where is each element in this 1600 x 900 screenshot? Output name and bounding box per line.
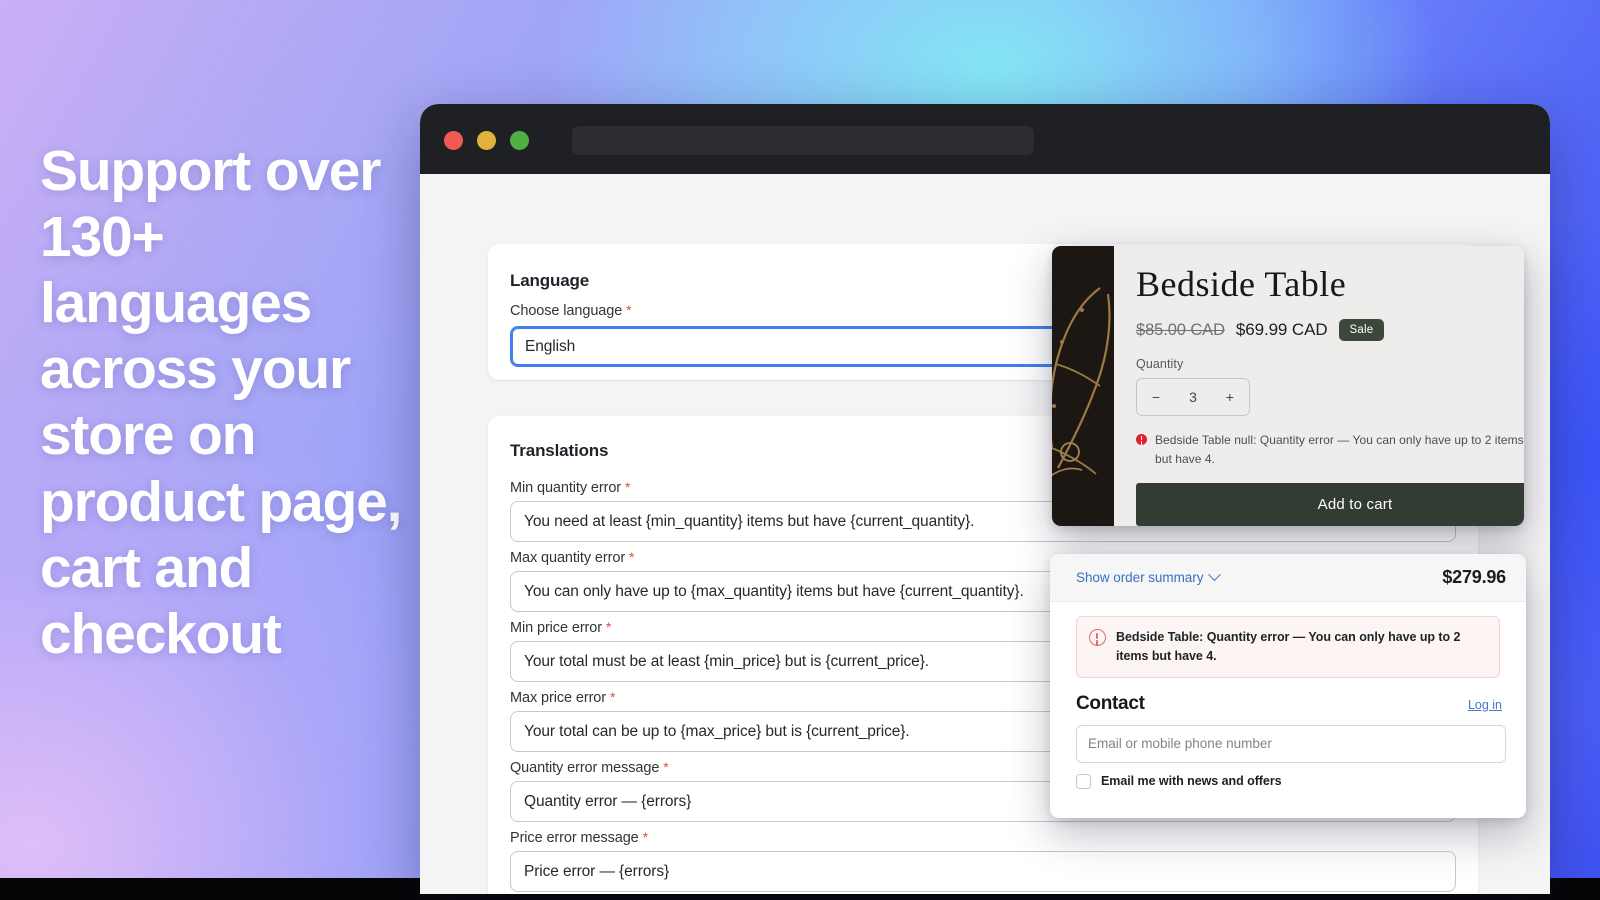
order-total: $279.96 <box>1442 567 1506 587</box>
alert-circle-icon <box>1089 629 1106 646</box>
newsletter-opt-in-row[interactable]: Email me with news and offers <box>1076 773 1502 789</box>
translation-field-row: Price error message * <box>510 829 1456 892</box>
checkout-error-banner: Bedside Table: Quantity error — You can … <box>1076 616 1500 678</box>
email-or-phone-input[interactable] <box>1076 724 1506 763</box>
required-asterisk: * <box>626 302 632 318</box>
newsletter-label: Email me with news and offers <box>1101 774 1282 788</box>
product-error-text: Bedside Table null: Quantity error — You… <box>1155 433 1524 466</box>
required-asterisk: * <box>629 549 635 565</box>
contact-section-header: Contact Log in <box>1076 693 1502 715</box>
language-card-title: Language <box>510 271 590 290</box>
sale-badge: Sale <box>1338 319 1385 341</box>
required-asterisk: * <box>663 759 669 775</box>
required-asterisk: * <box>642 829 648 845</box>
product-details: Bedside Table $85.00 CAD $69.99 CAD Sale… <box>1114 246 1524 526</box>
product-title: Bedside Table <box>1136 264 1347 304</box>
add-to-cart-button[interactable]: Add to cart <box>1136 483 1524 526</box>
required-asterisk: * <box>605 619 612 635</box>
checkout-preview-card: Show order summary $279.96 Bedside Table… <box>1050 554 1526 818</box>
quantity-increment-button[interactable]: + <box>1226 389 1234 405</box>
price-error-message-input[interactable] <box>510 851 1456 892</box>
checkout-body: Bedside Table: Quantity error — You can … <box>1050 602 1526 789</box>
log-in-link[interactable]: Log in <box>1468 698 1502 712</box>
required-asterisk: * <box>624 479 631 495</box>
chevron-down-icon <box>1208 568 1222 582</box>
screenshot-stage: Support over 130+ languages across your … <box>0 0 1600 900</box>
product-current-price: $69.99 CAD <box>1235 320 1328 339</box>
checkout-summary-header: Show order summary $279.96 <box>1050 554 1526 602</box>
browser-titlebar <box>420 104 1550 174</box>
checkout-error-text: Bedside Table: Quantity error — You can … <box>1116 630 1461 663</box>
marketing-headline: Support over 130+ languages across your … <box>40 139 402 666</box>
error-circle-icon <box>1136 434 1147 445</box>
product-compare-price: $85.00 CAD <box>1136 320 1225 339</box>
product-image <box>1052 246 1114 526</box>
show-order-summary-toggle[interactable]: Show order summary <box>1076 568 1222 585</box>
product-preview-card: Bedside Table $85.00 CAD $69.99 CAD Sale… <box>1052 246 1524 526</box>
traffic-light-dots <box>444 131 529 150</box>
contact-heading: Contact <box>1076 692 1145 714</box>
close-window-icon[interactable] <box>444 131 463 150</box>
quantity-label: Quantity <box>1136 357 1184 371</box>
newsletter-checkbox[interactable] <box>1076 773 1091 789</box>
translations-card-title: Translations <box>510 441 609 460</box>
product-quantity-error: Bedside Table null: Quantity error — You… <box>1136 431 1524 468</box>
quantity-decrement-button[interactable]: − <box>1152 389 1160 405</box>
field-label: Price error message * <box>510 829 648 846</box>
show-order-summary-label: Show order summary <box>1076 570 1204 585</box>
product-price-row: $85.00 CAD $69.99 CAD Sale <box>1136 319 1524 341</box>
minimize-window-icon[interactable] <box>477 131 496 150</box>
maximize-window-icon[interactable] <box>510 131 529 150</box>
required-asterisk: * <box>609 689 616 705</box>
quantity-value: 3 <box>1189 389 1197 405</box>
quantity-stepper[interactable]: − 3 + <box>1136 378 1250 416</box>
address-bar[interactable] <box>572 126 1034 155</box>
